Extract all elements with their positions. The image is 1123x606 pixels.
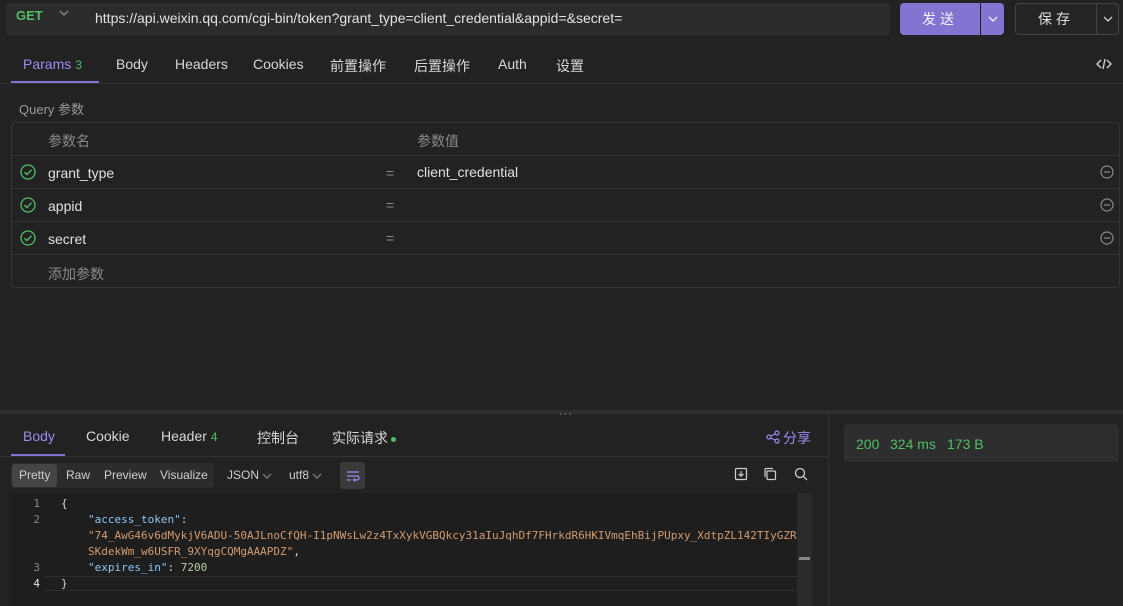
- chevron-down-icon[interactable]: [59, 8, 69, 21]
- json-number: 7200: [180, 561, 208, 574]
- params-count-badge: 3: [75, 58, 82, 72]
- response-divider: [828, 414, 829, 606]
- tab-params[interactable]: Params 3: [23, 56, 82, 72]
- json-colon: :: [167, 561, 175, 574]
- add-param-input[interactable]: 添加参数: [48, 264, 104, 284]
- query-section-label: Query 参数: [19, 102, 85, 117]
- code-snippet-icon[interactable]: [1096, 57, 1112, 74]
- line-number: 4: [33, 577, 40, 590]
- format-select[interactable]: JSON: [227, 468, 272, 482]
- tab-params-label: Params: [23, 56, 72, 72]
- json-open-brace: {: [61, 497, 68, 510]
- remove-param-icon[interactable]: [1100, 198, 1114, 215]
- tab-auth[interactable]: Auth: [498, 56, 527, 72]
- equals-sign: =: [386, 230, 395, 246]
- enabled-check-icon[interactable]: [20, 197, 36, 216]
- tabs-divider: [0, 456, 828, 457]
- chevron-down-icon: [312, 473, 322, 479]
- tab-settings[interactable]: 设置: [556, 56, 584, 76]
- row-divider: [11, 254, 1120, 255]
- download-icon[interactable]: [734, 467, 748, 484]
- json-comma: ,: [293, 545, 300, 558]
- view-visualize[interactable]: Visualize: [160, 468, 208, 482]
- remove-param-icon[interactable]: [1100, 165, 1114, 182]
- tab-pre-request[interactable]: 前置操作: [330, 56, 386, 76]
- format-label: JSON: [227, 468, 260, 482]
- response-tab-console[interactable]: 控制台: [257, 428, 299, 448]
- enabled-check-icon[interactable]: [20, 164, 36, 183]
- enabled-check-icon[interactable]: [20, 230, 36, 249]
- response-tab-actual-label: 实际请求: [332, 430, 388, 446]
- view-pretty[interactable]: Pretty: [19, 468, 50, 482]
- line-number: 1: [33, 497, 40, 510]
- json-line-expires: "expires_in": 7200: [88, 561, 207, 574]
- current-line-highlight: [44, 576, 797, 591]
- tab-body[interactable]: Body: [116, 56, 148, 72]
- json-key: "access_token": [88, 513, 181, 526]
- send-button[interactable]: 发送: [900, 3, 980, 35]
- url-input[interactable]: https://api.weixin.qq.com/cgi-bin/token?…: [95, 10, 622, 26]
- scrollbar[interactable]: [797, 493, 812, 606]
- response-tab-header[interactable]: Header 4: [161, 428, 218, 444]
- view-preview[interactable]: Preview: [104, 468, 147, 482]
- encoding-label: utf8: [289, 468, 310, 482]
- wrap-icon: [346, 470, 360, 482]
- response-tab-actual-request[interactable]: 实际请求: [332, 428, 396, 448]
- row-divider: [11, 155, 1120, 156]
- share-label: 分享: [783, 430, 811, 446]
- send-options-chevron-icon[interactable]: [981, 3, 1004, 35]
- tab-headers[interactable]: Headers: [175, 56, 228, 72]
- param-name[interactable]: secret: [48, 231, 86, 247]
- params-table: [11, 122, 1120, 288]
- column-header-value: 参数值: [417, 133, 459, 149]
- param-name[interactable]: appid: [48, 198, 82, 214]
- response-time: 324 ms: [890, 436, 936, 452]
- json-string-value-cont: SKdekWm_w6USFR_9XYqgCQMgAAAPDZ",: [88, 545, 300, 558]
- header-count-badge: 4: [210, 430, 218, 444]
- equals-sign: =: [386, 165, 395, 181]
- json-string: SKdekWm_w6USFR_9XYqgCQMgAAAPDZ": [88, 545, 294, 558]
- share-button[interactable]: 分享: [766, 428, 811, 448]
- json-key: "expires_in": [88, 561, 168, 574]
- method-select[interactable]: GET: [16, 8, 43, 23]
- json-line-key: "access_token":: [88, 513, 187, 526]
- response-size: 173 B: [947, 436, 984, 452]
- share-icon: [766, 429, 780, 447]
- tab-post-request[interactable]: 后置操作: [414, 56, 470, 76]
- response-tab-cookie[interactable]: Cookie: [86, 428, 130, 444]
- tabs-divider: [0, 83, 1123, 84]
- json-colon: :: [180, 513, 188, 526]
- response-tab-header-label: Header: [161, 428, 207, 444]
- copy-icon[interactable]: [763, 467, 777, 484]
- status-code: 200: [856, 436, 880, 452]
- search-icon[interactable]: [794, 467, 808, 484]
- word-wrap-toggle[interactable]: [340, 462, 365, 489]
- column-header-name: 参数名: [48, 133, 90, 149]
- save-options-chevron-icon[interactable]: [1096, 3, 1119, 35]
- response-tab-body[interactable]: Body: [23, 428, 55, 444]
- json-string-value: "74_AwG46v6dMykjV6ADU-50AJLnoCfQH-I1pNWs…: [88, 529, 797, 542]
- save-button[interactable]: 保存: [1015, 3, 1096, 35]
- status-dot-icon: [391, 436, 396, 442]
- line-number: 2: [33, 513, 40, 526]
- param-value[interactable]: client_credential: [417, 164, 518, 180]
- param-name[interactable]: grant_type: [48, 165, 114, 181]
- tab-cookies[interactable]: Cookies: [253, 56, 304, 72]
- chevron-down-icon: [262, 473, 272, 479]
- drag-handle-icon[interactable]: ···: [559, 408, 573, 420]
- row-divider: [11, 188, 1120, 189]
- encoding-select[interactable]: utf8: [289, 468, 322, 482]
- equals-sign: =: [386, 197, 395, 213]
- view-raw[interactable]: Raw: [66, 468, 90, 482]
- remove-param-icon[interactable]: [1100, 231, 1114, 248]
- line-number: 3: [33, 561, 40, 574]
- scrollbar-thumb[interactable]: [799, 557, 810, 560]
- json-close-brace: }: [61, 577, 68, 590]
- row-divider: [11, 221, 1120, 222]
